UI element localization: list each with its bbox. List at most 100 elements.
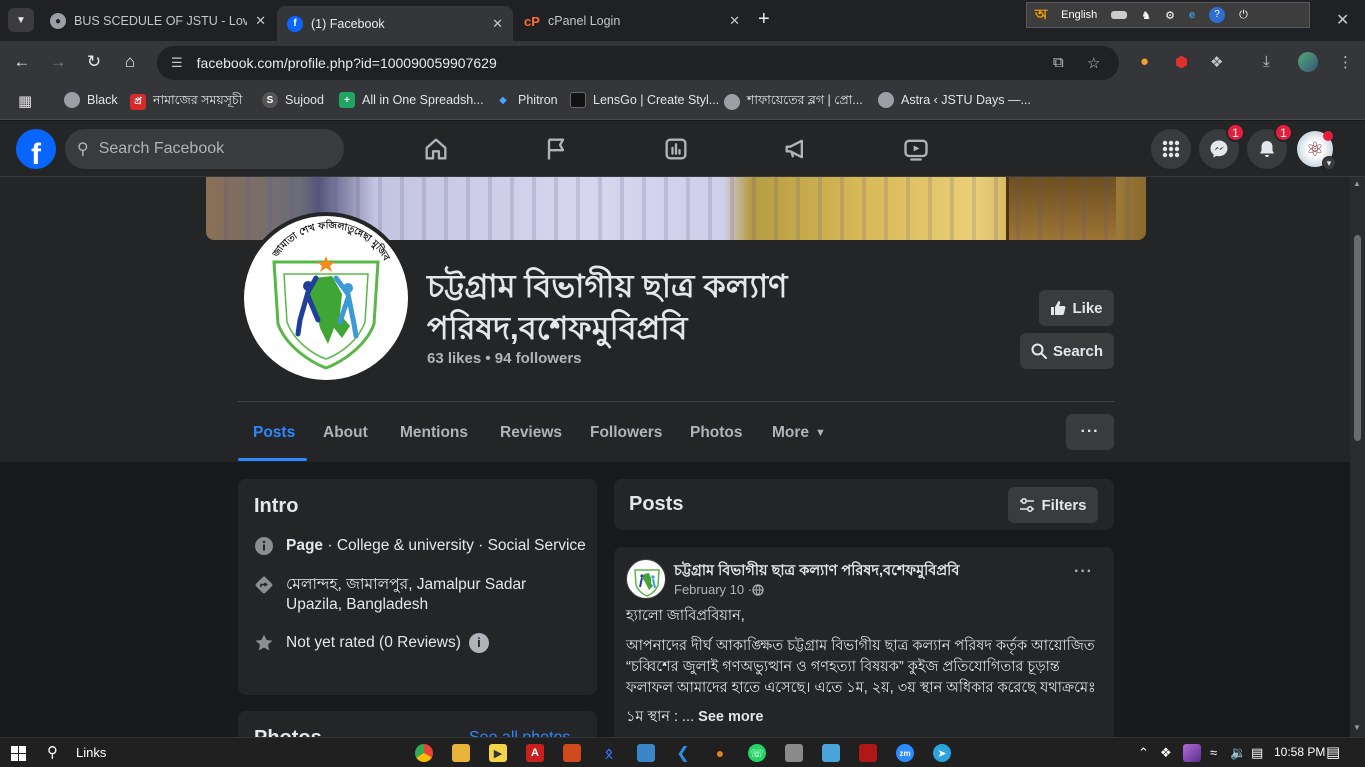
browser-tab-bus-schedule[interactable]: ● BUS SCEDULE OF JSTU - Love N ✕ <box>40 6 276 36</box>
scroll-up-icon[interactable]: ▲ <box>1353 179 1361 188</box>
bookmark-star-icon[interactable]: ☆ <box>1087 54 1100 72</box>
url-text[interactable]: facebook.com/profile.php?id=100090059907… <box>197 55 497 71</box>
pdf-reader-icon[interactable]: A <box>526 744 544 762</box>
vscode-icon[interactable]: ❮ <box>674 744 692 762</box>
tab-mentions[interactable]: Mentions <box>400 424 468 442</box>
taskbar-links-toolbar[interactable]: Links <box>76 745 106 760</box>
post-author-name[interactable]: চট্টগ্রাম বিভাগীয় ছাত্র কল্যাণ পরিষদ,বশ… <box>674 560 959 584</box>
filters-button[interactable]: Filters <box>1008 487 1098 523</box>
office-app-icon[interactable] <box>563 744 581 762</box>
notification-center-icon[interactable]: ▤ <box>1326 743 1340 761</box>
post-timestamp[interactable]: February 10 · <box>674 582 764 597</box>
bookmark-shafayet-blog[interactable]: শাফায়েতের ব্লগ | প্রো... <box>724 92 863 112</box>
bookmark-lensgo[interactable]: LensGo | Create Styl... <box>570 92 719 108</box>
whatsapp-icon[interactable]: ☏ <box>748 744 766 762</box>
video-icon[interactable] <box>902 135 930 163</box>
search-icon[interactable]: ⚲ <box>47 743 58 761</box>
ie-icon[interactable]: e <box>1189 9 1195 21</box>
browser-tab-facebook[interactable]: f (1) Facebook ✕ <box>277 6 513 41</box>
profile-avatar-icon[interactable] <box>1298 52 1318 72</box>
telegram-icon[interactable]: ➤ <box>933 744 951 762</box>
power-icon[interactable]: ⏻ <box>1239 9 1248 22</box>
new-tab-button[interactable]: + <box>758 9 770 29</box>
terminal-icon[interactable] <box>859 744 877 762</box>
tray-chevron-up-icon[interactable]: ⌃ <box>1138 745 1149 761</box>
install-app-icon[interactable]: ⧉ <box>1053 54 1064 71</box>
calculator-icon[interactable] <box>637 744 655 762</box>
tray-app-icon[interactable]: ❖ <box>1160 745 1172 761</box>
tab-followers[interactable]: Followers <box>590 424 662 442</box>
extension-icon[interactable]: ● <box>1140 53 1149 70</box>
account-avatar[interactable]: ⚛ ▾ <box>1295 129 1336 170</box>
bookmark-phitron[interactable]: ◆ Phitron <box>495 92 557 108</box>
apps-grid-icon[interactable]: ▦ <box>18 92 32 110</box>
rating-info-icon[interactable]: i <box>468 633 489 653</box>
download-icon[interactable]: ⤓ <box>1263 53 1270 70</box>
see-more-link[interactable]: See more <box>698 709 763 725</box>
close-tab-icon[interactable]: ✕ <box>492 16 503 32</box>
see-all-photos-link[interactable]: See all photos <box>469 729 570 737</box>
window-close-icon[interactable]: ✕ <box>1336 10 1349 30</box>
scroll-down-icon[interactable]: ▼ <box>1353 723 1361 732</box>
omnibox[interactable]: ☰ facebook.com/profile.php?id=1000900599… <box>157 46 1119 80</box>
notifications-button[interactable]: 1 <box>1247 123 1293 169</box>
site-info-icon[interactable]: ☰ <box>171 55 183 71</box>
facebook-search-box[interactable]: ⚲ <box>65 129 344 169</box>
bookmark-astra[interactable]: Astra ‹ JSTU Days —... <box>878 92 1031 108</box>
tab-reviews[interactable]: Reviews <box>500 424 562 442</box>
adblock-icon[interactable]: ⬢ <box>1175 53 1188 71</box>
reload-icon[interactable]: ↻ <box>83 52 105 72</box>
chess-icon[interactable]: ♞ <box>1141 9 1151 22</box>
bookmark-namaz[interactable]: প্র নামাজের সময়সূচী <box>130 92 242 112</box>
bookmark-black[interactable]: Black <box>64 92 118 108</box>
media-player-icon[interactable]: ▶ <box>489 744 507 762</box>
home-icon[interactable] <box>422 135 450 163</box>
tray-pen-icon[interactable] <box>1183 744 1201 762</box>
windows-start-icon[interactable] <box>11 746 26 761</box>
help-icon[interactable]: ? <box>1209 7 1226 23</box>
menu-grid-button[interactable] <box>1151 129 1191 169</box>
language-selector[interactable]: English <box>1061 9 1097 21</box>
phone-app-icon[interactable] <box>785 744 803 762</box>
like-button[interactable]: Like <box>1039 290 1114 326</box>
tab-posts[interactable]: Posts <box>253 424 295 442</box>
zoom-icon[interactable]: zm <box>896 744 914 762</box>
language-indicator-icon[interactable]: ▤ <box>1251 745 1263 761</box>
post-options-button[interactable]: ··· <box>1074 563 1093 581</box>
extensions-puzzle-icon[interactable]: ❖ <box>1210 53 1223 71</box>
bookmark-spreadsheet[interactable]: + All in One Spreadsh... <box>339 92 484 108</box>
browser-tab-cpanel[interactable]: cP cPanel Login ✕ <box>514 6 750 36</box>
facebook-logo-icon[interactable]: f <box>16 129 56 169</box>
tab-more[interactable]: More ▼ <box>772 424 826 442</box>
gear-icon[interactable]: ⚙ <box>1165 9 1175 22</box>
chrome-icon[interactable] <box>415 744 433 762</box>
home-icon[interactable]: ⌂ <box>119 52 141 72</box>
volume-icon[interactable]: 🔉 <box>1230 745 1246 761</box>
scrollbar-thumb[interactable] <box>1354 235 1361 441</box>
profile-more-options-button[interactable]: ··· <box>1066 414 1114 450</box>
taskbar-clock[interactable]: 10:58 PM <box>1274 745 1325 759</box>
tab-search-button[interactable]: ▼ <box>8 8 34 32</box>
bluetooth-icon[interactable]: ᛟ <box>600 744 618 762</box>
bookmark-sujood[interactable]: S Sujood <box>262 92 324 108</box>
back-icon[interactable]: ← <box>11 52 33 72</box>
page-stats[interactable]: 63 likes • 94 followers <box>427 350 582 367</box>
recorder-icon[interactable]: ● <box>711 744 729 762</box>
insights-chart-icon[interactable] <box>662 135 690 163</box>
profile-picture[interactable]: জামাতা শেখ ফজিলাতুন্নেছা মুজিব বিজ্ঞান ও… <box>240 212 412 384</box>
ad-center-megaphone-icon[interactable] <box>782 135 810 163</box>
tab-about[interactable]: About <box>323 424 368 442</box>
keyboard-icon[interactable] <box>1111 11 1128 19</box>
forward-icon[interactable]: → <box>47 52 69 72</box>
page-scrollbar[interactable]: ▲ ▼ <box>1350 177 1365 737</box>
file-explorer-icon[interactable] <box>452 744 470 762</box>
post-author-avatar[interactable] <box>626 559 666 599</box>
close-tab-icon[interactable]: ✕ <box>729 13 740 29</box>
wifi-icon[interactable]: ≈ <box>1210 745 1217 760</box>
image-viewer-icon[interactable] <box>822 744 840 762</box>
page-search-button[interactable]: Search <box>1020 333 1114 369</box>
browser-menu-icon[interactable]: ⋮ <box>1338 53 1353 71</box>
facebook-search-input[interactable] <box>98 140 319 158</box>
close-tab-icon[interactable]: ✕ <box>255 13 266 29</box>
bangla-keyboard-icon[interactable]: অ <box>1035 3 1047 27</box>
